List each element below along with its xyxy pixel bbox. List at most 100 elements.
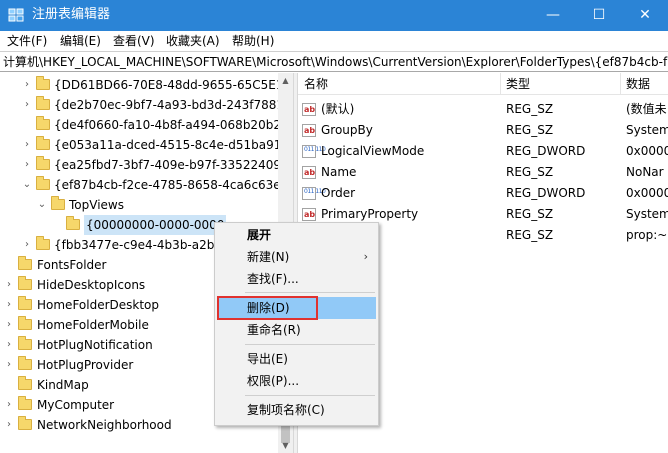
- menu-edit[interactable]: 编辑(E): [60, 34, 101, 48]
- tree-item-label[interactable]: MyComputer: [37, 395, 114, 415]
- tree-item-label[interactable]: {de2b70ec-9bf7-4a93-bd3d-243f7881: [54, 95, 284, 115]
- menu-item-label: 导出(E): [247, 352, 288, 366]
- registry-editor-icon: [8, 8, 24, 22]
- folder-icon: [18, 276, 32, 290]
- menu-item-label: 复制项名称(C): [247, 403, 325, 417]
- folder-icon: [18, 416, 32, 430]
- tree-item-label[interactable]: KindMap: [37, 375, 89, 395]
- menu-file[interactable]: 文件(F): [7, 34, 47, 48]
- tree-item-label[interactable]: FontsFolder: [37, 255, 106, 275]
- folder-icon: [18, 376, 32, 390]
- menu-separator: [245, 292, 375, 293]
- address-path[interactable]: 计算机\HKEY_LOCAL_MACHINE\SOFTWARE\Microsof…: [3, 55, 668, 69]
- scroll-up-arrow-icon[interactable]: ▲: [278, 73, 293, 88]
- expand-arrow-icon[interactable]: ›: [4, 395, 14, 415]
- tree-item-label[interactable]: TopViews: [69, 195, 124, 215]
- tree-item-label[interactable]: HideDesktopIcons: [37, 275, 145, 295]
- tree-item-label[interactable]: {ea25fbd7-3bf7-409e-b97f-335224090: [54, 155, 289, 175]
- folder-icon: [66, 216, 80, 230]
- expand-arrow-icon[interactable]: ›: [4, 315, 14, 335]
- expand-arrow-icon[interactable]: ›: [4, 295, 14, 315]
- tree-item-label[interactable]: HomeFolderMobile: [37, 315, 149, 335]
- expand-arrow-icon[interactable]: ›: [4, 275, 14, 295]
- menu-item-label: 展开: [247, 228, 272, 242]
- tree-item-label[interactable]: {00000000-0000-0000: [84, 215, 227, 235]
- value-name[interactable]: Order: [321, 183, 355, 204]
- string-value-icon: ab: [302, 208, 316, 221]
- expand-arrow-icon[interactable]: ›: [22, 95, 32, 115]
- expand-arrow-icon[interactable]: ›: [22, 135, 32, 155]
- value-name[interactable]: Name: [321, 162, 356, 183]
- folder-icon: [18, 396, 32, 410]
- tree-item-label[interactable]: NetworkNeighborhood: [37, 415, 172, 435]
- string-value-icon: ab: [302, 124, 316, 137]
- folder-icon: [36, 236, 50, 250]
- column-divider[interactable]: [620, 73, 621, 95]
- value-row[interactable]: ab (默认) REG_SZ (数值未: [298, 99, 668, 120]
- expand-arrow-icon[interactable]: ›: [4, 355, 14, 375]
- menu-separator: [245, 395, 375, 396]
- expand-arrow-icon[interactable]: ›: [4, 335, 14, 355]
- folder-icon: [36, 116, 50, 130]
- menu-favorites[interactable]: 收藏夹(A): [166, 34, 220, 48]
- expand-arrow-icon[interactable]: ›: [22, 235, 32, 255]
- column-divider[interactable]: [500, 73, 501, 95]
- menu-item-label: 查找(F)...: [247, 272, 299, 286]
- value-type: REG_DWORD: [506, 144, 586, 158]
- value-name[interactable]: GroupBy: [321, 120, 373, 141]
- menu-item-export[interactable]: 导出(E): [217, 348, 376, 370]
- column-header-name[interactable]: 名称: [304, 77, 328, 91]
- menu-item-rename[interactable]: 重命名(R): [217, 319, 376, 341]
- maximize-button[interactable]: ☐: [576, 0, 622, 31]
- string-value-icon: ab: [302, 166, 316, 179]
- column-header-type[interactable]: 类型: [506, 77, 530, 91]
- folder-icon: [18, 296, 32, 310]
- folder-icon: [36, 136, 50, 150]
- value-type: REG_SZ: [506, 228, 554, 242]
- expand-arrow-icon[interactable]: ›: [22, 75, 32, 95]
- value-row[interactable]: ab GroupBy REG_SZ System: [298, 120, 668, 141]
- value-type: REG_SZ: [506, 102, 554, 116]
- scroll-down-arrow-icon[interactable]: ▼: [278, 438, 293, 453]
- menu-item-new[interactable]: 新建(N) ›: [217, 246, 376, 268]
- menu-item-find[interactable]: 查找(F)...: [217, 268, 376, 290]
- title-bar: 注册表编辑器 — ☐ ✕: [0, 0, 668, 31]
- tree-item-label[interactable]: HotPlugProvider: [37, 355, 133, 375]
- menu-view[interactable]: 查看(V): [113, 34, 155, 48]
- tree-item-label[interactable]: {fbb3477e-c9e4-4b3b-a2ba: [54, 235, 222, 255]
- column-header-data[interactable]: 数据: [626, 77, 650, 91]
- value-row[interactable]: ab Name REG_SZ NoNar: [298, 162, 668, 183]
- string-value-icon: ab: [302, 103, 316, 116]
- tree-item-label[interactable]: {ef87b4cb-f2ce-4785-8658-4ca6c63e3: [54, 175, 288, 195]
- expand-arrow-icon[interactable]: ›: [4, 415, 14, 435]
- tree-item-label[interactable]: {e053a11a-dced-4515-8c4e-d51ba917: [54, 135, 289, 155]
- folder-icon: [51, 196, 65, 210]
- menu-help[interactable]: 帮助(H): [232, 34, 274, 48]
- value-row[interactable]: 011 110 Order REG_DWORD 0x0000: [298, 183, 668, 204]
- menu-item-copy-key-name[interactable]: 复制项名称(C): [217, 399, 376, 421]
- close-button[interactable]: ✕: [622, 0, 668, 31]
- dword-value-icon: 011 110: [302, 187, 326, 200]
- tree-item-label[interactable]: {DD61BD66-70E8-48dd-9655-65C5E1A: [54, 75, 292, 95]
- dword-value-icon: 011 110: [302, 145, 326, 158]
- menu-item-permissions[interactable]: 权限(P)...: [217, 370, 376, 392]
- tree-item-label[interactable]: HotPlugNotification: [37, 335, 153, 355]
- value-name[interactable]: (默认): [321, 99, 354, 120]
- value-row[interactable]: 011 110 LogicalViewMode REG_DWORD 0x0000: [298, 141, 668, 162]
- expand-arrow-icon[interactable]: ›: [22, 155, 32, 175]
- collapse-arrow-icon[interactable]: ⌄: [22, 175, 32, 195]
- minimize-button[interactable]: —: [530, 0, 576, 31]
- list-header: 名称 类型 数据: [298, 73, 668, 95]
- address-bar[interactable]: 计算机\HKEY_LOCAL_MACHINE\SOFTWARE\Microsof…: [0, 51, 668, 72]
- collapse-arrow-icon[interactable]: ⌄: [37, 195, 47, 215]
- tree-item-label[interactable]: {de4f0660-fa10-4b8f-a494-068b20b22: [54, 115, 289, 135]
- tree-item-label[interactable]: HomeFolderDesktop: [37, 295, 159, 315]
- value-name[interactable]: LogicalViewMode: [321, 141, 424, 162]
- value-data: System: [626, 207, 668, 221]
- menu-item-expand[interactable]: 展开: [217, 224, 376, 246]
- menu-separator: [245, 344, 375, 345]
- folder-icon: [36, 176, 50, 190]
- folder-icon: [36, 156, 50, 170]
- value-type: REG_SZ: [506, 207, 554, 221]
- menu-item-label: 权限(P)...: [247, 374, 300, 388]
